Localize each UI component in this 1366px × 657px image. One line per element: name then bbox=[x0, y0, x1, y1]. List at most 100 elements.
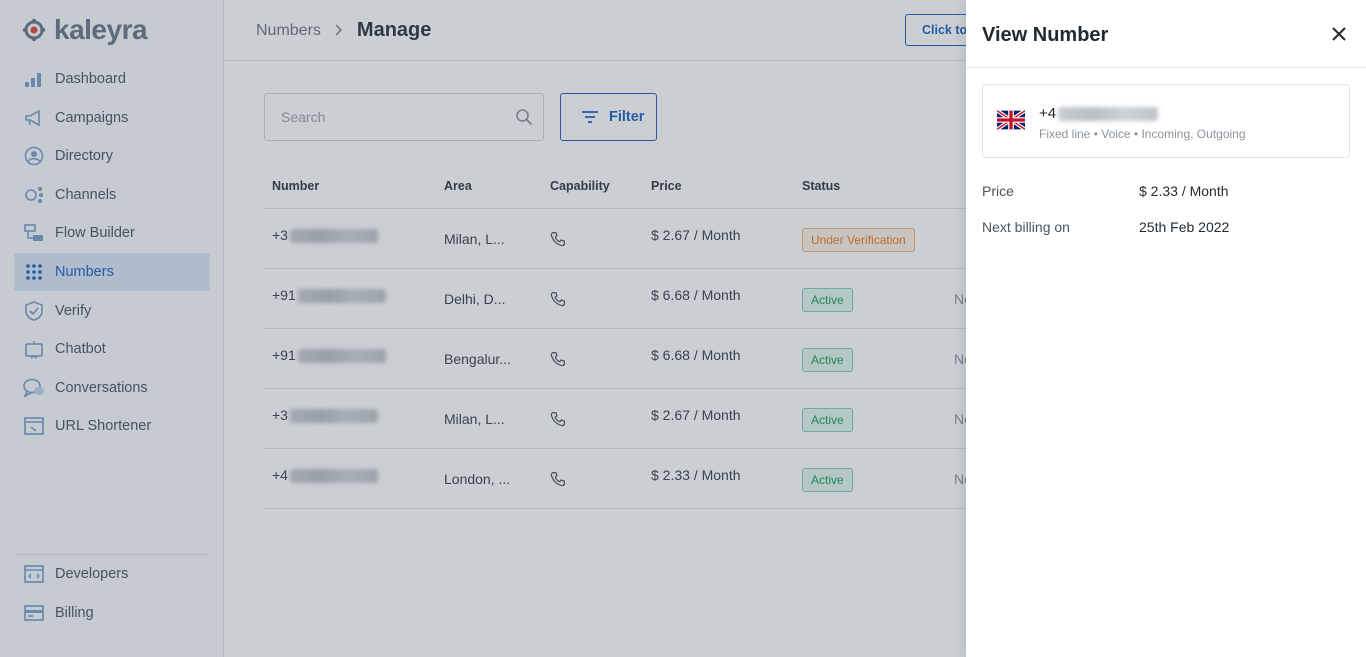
filter-icon bbox=[582, 111, 598, 123]
sidebar-item-label: Numbers bbox=[55, 263, 114, 280]
card-number: +4 bbox=[1039, 105, 1159, 122]
masked-number bbox=[289, 229, 378, 244]
filter-button[interactable]: Filter bbox=[560, 93, 657, 141]
sidebar-item-channels[interactable]: Channels bbox=[14, 176, 210, 214]
drawer-title: View Number bbox=[982, 24, 1109, 46]
sidebar-item-label: Directory bbox=[55, 148, 114, 165]
price-cell: $ 2.33 / Month bbox=[651, 467, 741, 483]
chevron-right-icon bbox=[335, 23, 343, 39]
sidebar-item-label: Flow Builder bbox=[55, 225, 135, 242]
table-row[interactable]: +3 Milan, L... $ 2.67 / Month Under Veri… bbox=[264, 209, 1024, 269]
link-icon bbox=[23, 415, 45, 437]
table-row[interactable]: +4 London, ... $ 2.33 / Month Active No bbox=[264, 449, 1024, 509]
sidebar-item-flow-builder[interactable]: Flow Builder bbox=[14, 214, 210, 252]
sidebar-item-billing[interactable]: Billing bbox=[14, 594, 210, 632]
billing-row: Next billing on 25th Feb 2022 bbox=[982, 219, 1229, 235]
chat-icon bbox=[23, 377, 45, 399]
price-cell: $ 2.67 / Month bbox=[651, 407, 741, 423]
phone-icon bbox=[550, 471, 566, 490]
table-row[interactable]: +91 Delhi, D... $ 6.68 / Month Active No bbox=[264, 269, 1024, 329]
dialpad-icon bbox=[23, 261, 45, 283]
dashboard-icon bbox=[23, 68, 45, 90]
card-icon bbox=[23, 602, 45, 624]
price-label: Price bbox=[982, 183, 1014, 199]
status-badge: Active bbox=[802, 288, 853, 312]
drawer-header: View Number bbox=[966, 0, 1366, 68]
number-meta: Fixed line • Voice • Incoming, Outgoing bbox=[1039, 127, 1246, 141]
price-cell: $ 6.68 / Month bbox=[651, 287, 741, 303]
table-header: Number Area Capability Price Status bbox=[264, 163, 1024, 209]
number-card: +4 Fixed line • Voice • Incoming, Outgoi… bbox=[982, 84, 1350, 158]
flow-icon bbox=[23, 222, 45, 244]
phone-icon bbox=[550, 291, 566, 310]
sidebar-item-verify[interactable]: Verify bbox=[14, 292, 210, 330]
sidebar-bottom-nav: Developers Billing bbox=[14, 554, 210, 632]
sidebar-item-directory[interactable]: Directory bbox=[14, 137, 210, 175]
kaleyra-logo[interactable]: kaleyra bbox=[22, 14, 148, 46]
filter-label: Filter bbox=[609, 109, 645, 125]
logo-text: kaleyra bbox=[54, 14, 148, 45]
bot-icon bbox=[23, 338, 45, 360]
view-number-drawer: View Number +4 Fixed line • Voice • Inco… bbox=[966, 0, 1366, 657]
masked-number bbox=[289, 409, 378, 424]
megaphone-icon bbox=[23, 107, 45, 129]
sidebar-item-label: Dashboard bbox=[55, 71, 126, 87]
breadcrumb: Numbers Manage bbox=[256, 19, 431, 42]
search-icon[interactable] bbox=[515, 108, 533, 126]
close-icon[interactable] bbox=[1330, 25, 1348, 43]
number-cell: +91 bbox=[272, 287, 386, 304]
sidebar-item-dashboard[interactable]: Dashboard bbox=[14, 60, 210, 98]
masked-number bbox=[289, 469, 378, 484]
sidebar-item-label: Conversations bbox=[55, 379, 148, 396]
number-cell: +4 bbox=[272, 467, 378, 484]
sidebar-nav: Dashboard Campaigns Directory Channels F… bbox=[14, 60, 210, 446]
status-badge: Under Verification bbox=[802, 228, 915, 252]
sidebar-item-developers[interactable]: Developers bbox=[14, 555, 210, 593]
area-cell: Milan, L... bbox=[444, 411, 505, 427]
code-icon bbox=[23, 563, 45, 585]
price-value: $ 2.33 / Month bbox=[1139, 183, 1229, 199]
number-cell: +91 bbox=[272, 347, 386, 364]
sidebar: kaleyra Dashboard Campaigns Directory Ch… bbox=[0, 0, 224, 657]
status-badge: Active bbox=[802, 348, 853, 372]
search-box bbox=[264, 93, 544, 141]
price-cell: $ 6.68 / Month bbox=[651, 347, 741, 363]
number-cell: +3 bbox=[272, 227, 378, 244]
sidebar-item-label: Verify bbox=[55, 302, 92, 319]
phone-icon bbox=[550, 231, 566, 250]
sidebar-item-url-shortener[interactable]: URL Shortener bbox=[14, 407, 210, 445]
sidebar-item-label: Chatbot bbox=[55, 341, 106, 358]
column-header-capability[interactable]: Capability bbox=[550, 179, 610, 193]
status-badge: Active bbox=[802, 468, 853, 492]
price-row: Price $ 2.33 / Month bbox=[982, 183, 1229, 199]
search-input[interactable] bbox=[265, 94, 505, 140]
phone-icon bbox=[550, 351, 566, 370]
sidebar-item-chatbot[interactable]: Chatbot bbox=[14, 330, 210, 368]
table-row[interactable]: +91 Bengalur... $ 6.68 / Month Active No bbox=[264, 329, 1024, 389]
masked-number bbox=[297, 289, 386, 304]
price-cell: $ 2.67 / Month bbox=[651, 227, 741, 243]
sidebar-item-numbers[interactable]: Numbers bbox=[14, 252, 210, 291]
area-cell: London, ... bbox=[444, 471, 511, 487]
column-header-number[interactable]: Number bbox=[272, 179, 319, 193]
sidebar-item-conversations[interactable]: Conversations bbox=[14, 369, 210, 407]
phone-icon bbox=[550, 411, 566, 430]
status-badge: Active bbox=[802, 408, 853, 432]
sidebar-item-label: Billing bbox=[55, 604, 94, 621]
sidebar-item-label: Developers bbox=[55, 566, 129, 582]
table-row[interactable]: +3 Milan, L... $ 2.67 / Month Active No bbox=[264, 389, 1024, 449]
breadcrumb-parent[interactable]: Numbers bbox=[256, 22, 321, 40]
billing-label: Next billing on bbox=[982, 219, 1070, 235]
area-cell: Delhi, D... bbox=[444, 291, 506, 307]
page-title: Manage bbox=[356, 19, 432, 41]
column-header-status[interactable]: Status bbox=[802, 179, 840, 193]
masked-number bbox=[1058, 107, 1159, 122]
area-cell: Milan, L... bbox=[444, 231, 505, 247]
sidebar-item-campaigns[interactable]: Campaigns bbox=[14, 99, 210, 137]
contact-icon bbox=[23, 145, 45, 167]
column-header-area[interactable]: Area bbox=[444, 179, 472, 193]
area-cell: Bengalur... bbox=[444, 351, 511, 367]
column-header-price[interactable]: Price bbox=[651, 179, 682, 193]
logo-mark-icon bbox=[22, 18, 46, 42]
shield-icon bbox=[23, 300, 45, 322]
